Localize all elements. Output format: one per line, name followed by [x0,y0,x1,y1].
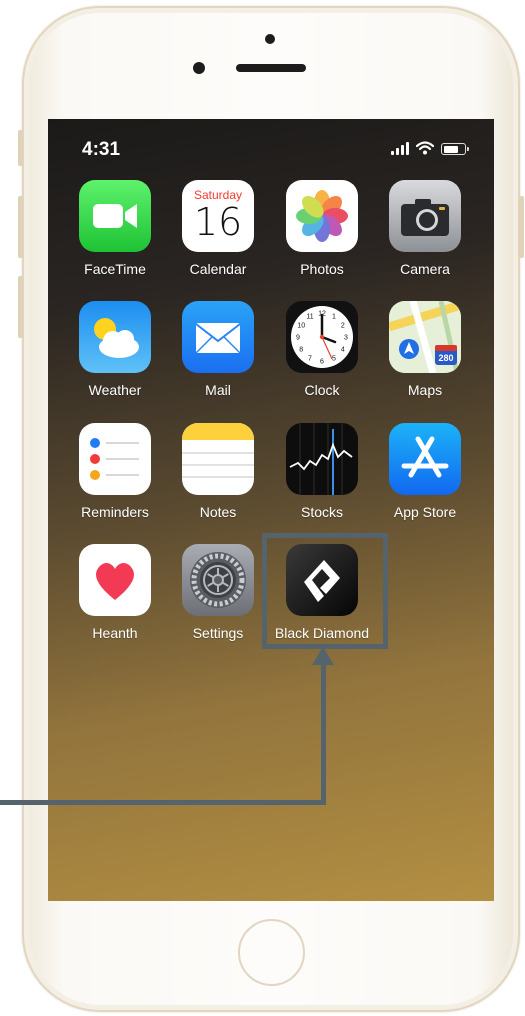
app-weather[interactable]: Weather [63,301,167,398]
clock-numeral: 6 [320,359,324,366]
side-button [18,130,23,166]
reminders-icon [79,423,151,495]
clock-icon: 111098765432112 [286,301,358,373]
wifi-icon [416,141,434,155]
callout-line-vertical [321,664,326,805]
app-photos[interactable]: Photos [270,180,374,277]
stocks-icon [286,423,358,495]
volume-down-button [18,276,23,338]
app-label: Settings [192,625,244,641]
app-label: Heanth [92,625,138,641]
proximity-sensor [193,62,205,74]
home-button[interactable] [238,919,305,986]
app-camera[interactable]: Camera [373,180,477,277]
volume-up-button [18,196,23,258]
app-maps[interactable]: 280 Maps [373,301,477,398]
app-stocks[interactable]: Stocks [270,423,374,520]
app-label: Weather [88,382,142,398]
maps-icon: 280 [389,301,461,373]
clock-numeral: 1 [332,314,336,321]
app-label: Maps [407,382,443,398]
front-camera [265,34,275,44]
clock-numeral: 2 [341,323,345,330]
app-settings[interactable]: Settings [166,544,270,641]
calendar-icon: Saturday 16 [182,180,254,252]
app-label: Camera [400,261,450,277]
mail-icon [182,301,254,373]
camera-icon [389,180,461,252]
app-app-store[interactable]: App Store [373,423,477,520]
battery-level [443,145,458,153]
calendar-day: 16 [193,200,243,244]
app-label: Notes [199,504,237,520]
health-icon [79,544,151,616]
app-label: Photos [300,261,344,277]
app-notes[interactable]: Notes [166,423,270,520]
app-reminders[interactable]: Reminders [63,423,167,520]
app-label: Calendar [189,261,247,277]
highlight-box [262,533,388,649]
clock-numeral: 5 [332,355,336,362]
battery-icon [441,143,469,155]
clock-numeral: 7 [308,355,312,362]
status-icons [391,141,469,155]
app-label: App Store [393,504,457,520]
app-label: Mail [205,382,231,398]
app-clock[interactable]: 111098765432112 Clock [270,301,374,398]
app-store-icon [389,423,461,495]
callout-arrowhead [312,647,334,665]
clock-numeral: 3 [344,335,348,342]
clock-numeral: 8 [299,347,303,354]
app-health[interactable]: Heanth [63,544,167,641]
status-time: 4:31 [82,139,121,160]
clock-numeral: 10 [297,323,305,330]
clock-numeral: 11 [306,314,313,321]
facetime-icon [79,180,151,252]
clock-numeral: 4 [341,347,345,354]
clock-numeral: 9 [296,335,300,342]
app-mail[interactable]: Mail [166,301,270,398]
signal-icon [391,141,409,155]
settings-icon [182,544,254,616]
app-label: Clock [304,382,340,398]
app-calendar[interactable]: Saturday 16 Calendar [166,180,270,277]
maps-shield: 280 [438,353,453,363]
photos-icon [286,180,358,252]
weather-icon [79,301,151,373]
callout-line-horizontal [0,800,326,805]
app-label: Stocks [300,504,343,520]
earpiece-speaker [236,64,306,72]
app-label: FaceTime [84,261,146,277]
power-button [519,196,524,258]
app-facetime[interactable]: FaceTime [63,180,167,277]
notes-icon [182,423,254,495]
app-label: Reminders [81,504,149,520]
